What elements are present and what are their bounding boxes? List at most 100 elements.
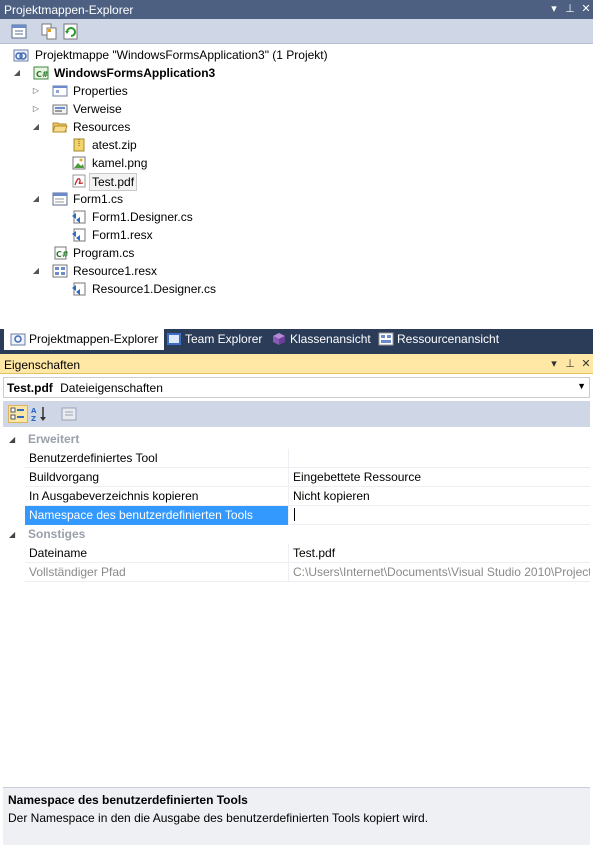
tree-node-label: Form1.resx bbox=[92, 228, 153, 242]
property-row-selected[interactable]: Namespace des benutzerdefinierten Tools bbox=[3, 506, 590, 525]
close-icon[interactable]: ✕ bbox=[581, 2, 591, 16]
expanded-arrow-icon[interactable]: ◢ bbox=[9, 430, 15, 449]
solution-icon bbox=[13, 49, 29, 62]
tree-node-solution[interactable]: Projektmappe "WindowsFormsApplication3" … bbox=[0, 46, 593, 64]
window-position-dropdown-icon[interactable]: ▾ bbox=[549, 357, 559, 371]
tree-node-resx[interactable]: ◢ Resource1.resx bbox=[0, 262, 593, 280]
resx-file-icon bbox=[52, 264, 68, 278]
tab-label: Ressourcenansicht bbox=[397, 332, 500, 346]
properties-title-bar: Eigenschaften ▾ ⊥ ✕ bbox=[0, 354, 593, 374]
object-selector-dropdown[interactable]: Test.pdf Dateieigenschaften ▼ bbox=[3, 377, 590, 398]
resx-file-icon bbox=[72, 228, 86, 242]
text-caret bbox=[294, 508, 295, 521]
solution-explorer-icon bbox=[10, 333, 26, 346]
tab-label: Projektmappen-Explorer bbox=[29, 332, 159, 346]
solution-explorer-title: Projektmappen-Explorer bbox=[4, 3, 134, 17]
close-icon[interactable]: ✕ bbox=[581, 357, 591, 371]
tree-node-label: Resource1.resx bbox=[73, 264, 158, 278]
tab-class-view[interactable]: Klassenansicht bbox=[271, 329, 371, 350]
resource-view-icon bbox=[378, 332, 394, 346]
tree-node-properties[interactable]: ▷ Properties bbox=[0, 82, 593, 100]
property-row[interactable]: Benutzerdefiniertes Tool bbox=[3, 449, 590, 468]
property-pages-icon[interactable] bbox=[59, 405, 79, 423]
tree-node-file[interactable]: atest.zip bbox=[0, 136, 593, 154]
window-position-dropdown-icon[interactable]: ▾ bbox=[549, 2, 559, 16]
property-value[interactable] bbox=[290, 449, 590, 468]
cs-file-icon: C# bbox=[54, 246, 68, 260]
tab-solution-explorer[interactable]: Projektmappen-Explorer bbox=[4, 329, 165, 350]
tab-label: Klassenansicht bbox=[290, 332, 371, 346]
tree-node-label: Resources bbox=[73, 120, 131, 134]
folder-open-icon bbox=[52, 122, 68, 133]
tab-team-explorer[interactable]: Team Explorer bbox=[166, 329, 262, 350]
form-icon bbox=[52, 192, 68, 206]
property-value[interactable]: Nicht kopieren bbox=[290, 487, 590, 506]
collapsed-arrow-icon[interactable]: ▷ bbox=[31, 100, 41, 118]
tree-node-label: Test.pdf bbox=[89, 173, 138, 191]
tree-node-references[interactable]: ▷ Verweise bbox=[0, 100, 593, 118]
tree-node-file-selected[interactable]: Test.pdf bbox=[0, 172, 593, 191]
property-value[interactable]: Eingebettete Ressource bbox=[290, 468, 590, 487]
chevron-down-icon[interactable]: ▼ bbox=[577, 381, 586, 391]
tree-node-file[interactable]: Form1.resx bbox=[0, 226, 593, 244]
show-all-files-icon[interactable] bbox=[40, 23, 58, 40]
class-view-icon bbox=[273, 333, 285, 345]
property-value[interactable]: Test.pdf bbox=[290, 544, 590, 563]
sort-alphabetical-icon[interactable]: A Z bbox=[30, 405, 50, 423]
property-name: Namespace des benutzerdefinierten Tools bbox=[25, 506, 289, 525]
tree-node-label: atest.zip bbox=[92, 138, 137, 152]
expanded-arrow-icon[interactable]: ◢ bbox=[31, 118, 41, 136]
tree-node-label: Form1.Designer.cs bbox=[92, 210, 193, 224]
tree-node-project[interactable]: ◢ C# WindowsFormsApplication3 bbox=[0, 64, 593, 82]
references-icon bbox=[52, 104, 68, 115]
tab-resource-view[interactable]: Ressourcenansicht bbox=[378, 329, 499, 350]
expanded-arrow-icon[interactable]: ◢ bbox=[31, 190, 41, 208]
property-grid: ◢ Erweitert Benutzerdefiniertes Tool Bui… bbox=[3, 430, 590, 582]
tree-node-label: Properties bbox=[73, 84, 128, 98]
svg-text:A: A bbox=[31, 407, 37, 415]
tree-node-label: Resource1.Designer.cs bbox=[92, 282, 217, 296]
category-label: Erweitert bbox=[28, 432, 80, 446]
tree-node-resources-folder[interactable]: ◢ Resources bbox=[0, 118, 593, 136]
expanded-arrow-icon[interactable]: ◢ bbox=[9, 525, 15, 544]
description-text: Der Namespace in den die Ausgabe des ben… bbox=[8, 811, 429, 825]
svg-text:C#: C# bbox=[56, 250, 68, 259]
category-sonstiges[interactable]: ◢ Sonstiges bbox=[3, 525, 590, 544]
properties-icon[interactable] bbox=[10, 23, 28, 40]
property-value-input[interactable] bbox=[290, 506, 590, 525]
solution-tree: Projektmappe "WindowsFormsApplication3" … bbox=[0, 44, 593, 329]
category-erweitert[interactable]: ◢ Erweitert bbox=[3, 430, 590, 449]
tree-node-file[interactable]: Resource1.Designer.cs bbox=[0, 280, 593, 298]
zip-file-icon bbox=[73, 138, 85, 152]
property-name: Dateiname bbox=[25, 544, 289, 563]
tree-node-label: kamel.png bbox=[92, 156, 148, 170]
image-file-icon bbox=[72, 156, 86, 170]
tool-window-tabs: Projektmappen-Explorer Team Explorer Kla… bbox=[0, 329, 593, 350]
pdf-file-icon bbox=[72, 174, 86, 188]
tree-node-form[interactable]: ◢ Form1.cs bbox=[0, 190, 593, 208]
refresh-icon[interactable] bbox=[62, 23, 80, 40]
tree-node-file[interactable]: Form1.Designer.cs bbox=[0, 208, 593, 226]
properties-window: Eigenschaften ▾ ⊥ ✕ Test.pdf Dateieigens… bbox=[0, 354, 593, 845]
tree-node-file[interactable]: kamel.png bbox=[0, 154, 593, 172]
object-name: Test.pdf bbox=[7, 381, 53, 395]
expanded-arrow-icon[interactable]: ◢ bbox=[31, 262, 41, 280]
csharp-project-icon: C# bbox=[33, 66, 49, 80]
pin-icon[interactable]: ⊥ bbox=[565, 357, 575, 371]
tree-node-file[interactable]: C# Program.cs bbox=[0, 244, 593, 262]
cs-file-icon bbox=[72, 210, 86, 224]
property-row[interactable]: Buildvorgang Eingebettete Ressource bbox=[3, 468, 590, 487]
pin-icon[interactable]: ⊥ bbox=[565, 2, 575, 16]
description-title: Namespace des benutzerdefinierten Tools bbox=[8, 793, 248, 807]
property-row[interactable]: In Ausgabeverzeichnis kopieren Nicht kop… bbox=[3, 487, 590, 506]
collapsed-arrow-icon[interactable]: ▷ bbox=[31, 82, 41, 100]
team-explorer-icon bbox=[167, 333, 181, 345]
expanded-arrow-icon[interactable]: ◢ bbox=[12, 64, 22, 82]
property-name: Benutzerdefiniertes Tool bbox=[25, 449, 289, 468]
categorized-view-icon[interactable] bbox=[8, 405, 28, 423]
property-row-readonly[interactable]: Vollständiger Pfad C:\Users\Internet\Doc… bbox=[3, 563, 590, 582]
description-pane: Namespace des benutzerdefinierten Tools … bbox=[3, 787, 590, 845]
property-row[interactable]: Dateiname Test.pdf bbox=[3, 544, 590, 563]
tree-node-label: WindowsFormsApplication3 bbox=[54, 66, 216, 80]
svg-text:C#: C# bbox=[36, 70, 49, 79]
